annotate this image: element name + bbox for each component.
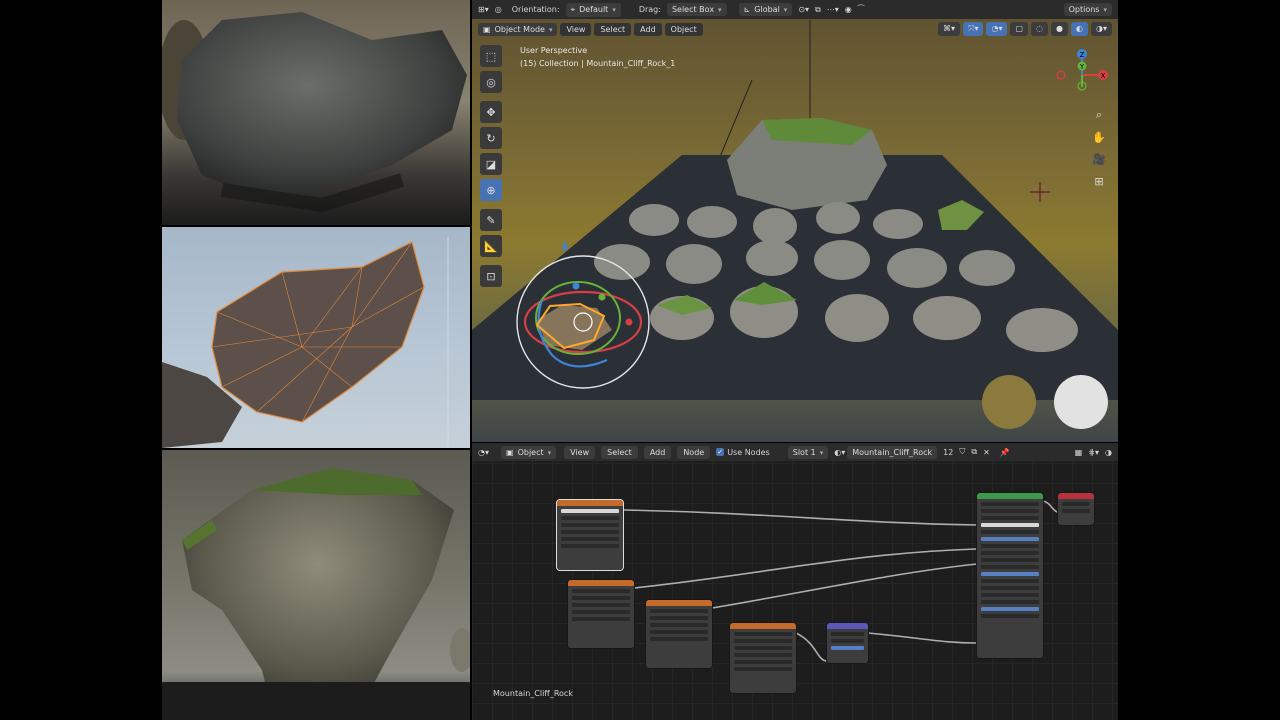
rock-render-mossy bbox=[162, 468, 470, 720]
node-header bbox=[730, 623, 796, 629]
node-header bbox=[977, 493, 1043, 499]
principled-bsdf-node[interactable] bbox=[977, 493, 1043, 658]
node-socket-row bbox=[650, 609, 708, 613]
node-socket-row bbox=[561, 530, 619, 534]
node-socket-row bbox=[981, 502, 1039, 506]
node-socket-row bbox=[650, 630, 708, 634]
node-socket-row bbox=[981, 572, 1039, 576]
node-socket-row bbox=[981, 600, 1039, 604]
material-name-label: Mountain_Cliff_Rock bbox=[493, 689, 573, 698]
node-socket-row bbox=[1062, 509, 1090, 513]
node-socket-row bbox=[981, 523, 1039, 527]
pan-hand-icon[interactable]: ✋ bbox=[1090, 128, 1108, 146]
node-socket-row bbox=[1062, 502, 1090, 506]
tool-shelf: ⬚ ◎ ✥ ↻ ◪ ⊕ ✎ 📐 ⊡ bbox=[480, 45, 504, 291]
rock-render-1 bbox=[162, 12, 467, 213]
zoom-icon[interactable]: ⌕ bbox=[1090, 106, 1108, 124]
node-socket-row bbox=[981, 509, 1039, 513]
3d-cursor-icon[interactable] bbox=[1030, 182, 1050, 202]
node-socket-row bbox=[981, 537, 1039, 541]
node-socket-row bbox=[981, 579, 1039, 583]
node-socket-row bbox=[981, 544, 1039, 548]
node-socket-row bbox=[734, 660, 792, 664]
node-socket-row bbox=[981, 565, 1039, 569]
hdri-chrome-sphere bbox=[982, 375, 1036, 429]
node-socket-row bbox=[561, 509, 619, 513]
node-socket-row bbox=[734, 646, 792, 650]
measure-tool-icon[interactable]: 📐 bbox=[480, 235, 502, 257]
normal-map-node[interactable] bbox=[827, 623, 868, 663]
add-cube-tool-icon[interactable]: ⊡ bbox=[480, 265, 502, 287]
node-socket-row bbox=[831, 646, 864, 650]
node-socket-row bbox=[981, 530, 1039, 534]
render-preview-rock-1 bbox=[162, 0, 470, 225]
node-socket-row bbox=[831, 639, 864, 643]
shader-node-editor[interactable]: ◔▾ ▣ Object View Select Add Node ✓ Use N… bbox=[472, 443, 1118, 720]
render-preview-wireframe bbox=[162, 227, 470, 448]
rock-wireframe-render bbox=[162, 237, 449, 448]
node-socket-row bbox=[572, 603, 630, 607]
move-tool-icon[interactable]: ✥ bbox=[480, 101, 502, 123]
transform-tool-icon[interactable]: ⊕ bbox=[480, 179, 502, 201]
node-socket-row bbox=[831, 632, 864, 636]
camera-view-icon[interactable]: 🎥 bbox=[1090, 150, 1108, 168]
image-texture-node-specular[interactable] bbox=[646, 600, 712, 668]
axis-x-label: X bbox=[1101, 72, 1106, 80]
node-socket-row bbox=[561, 523, 619, 527]
node-socket-row bbox=[561, 516, 619, 520]
cursor-tool-icon[interactable]: ◎ bbox=[480, 71, 502, 93]
node-socket-row bbox=[650, 616, 708, 620]
annotate-tool-icon[interactable]: ✎ bbox=[480, 209, 502, 231]
node-socket-row bbox=[981, 586, 1039, 590]
node-socket-row bbox=[572, 589, 630, 593]
image-texture-node-normal[interactable] bbox=[730, 623, 796, 693]
node-socket-row bbox=[572, 617, 630, 621]
node-socket-row bbox=[981, 607, 1039, 611]
letterbox-right bbox=[1118, 0, 1280, 720]
node-header bbox=[827, 623, 868, 629]
node-socket-row bbox=[981, 593, 1039, 597]
node-socket-row bbox=[572, 596, 630, 600]
node-socket-row bbox=[981, 558, 1039, 562]
image-texture-node-color[interactable] bbox=[557, 500, 623, 570]
node-socket-row bbox=[561, 544, 619, 548]
axis-y-label: Y bbox=[1079, 63, 1085, 71]
node-header bbox=[557, 500, 623, 506]
hdri-diffuse-sphere bbox=[1054, 375, 1108, 429]
node-socket-row bbox=[650, 637, 708, 641]
node-socket-row bbox=[981, 551, 1039, 555]
grid-view-icon[interactable]: ⊞ bbox=[1090, 172, 1108, 190]
node-header bbox=[646, 600, 712, 606]
node-header bbox=[568, 580, 634, 586]
select-box-tool-icon[interactable]: ⬚ bbox=[480, 45, 502, 67]
node-socket-row bbox=[981, 614, 1039, 618]
rotate-tool-icon[interactable]: ↻ bbox=[480, 127, 502, 149]
node-socket-row bbox=[734, 632, 792, 636]
material-output-node[interactable] bbox=[1058, 493, 1094, 525]
navigation-gizmo[interactable]: Z Y X bbox=[1052, 45, 1112, 105]
node-socket-row bbox=[572, 610, 630, 614]
3d-viewport[interactable]: ⊞▾ ◎ Orientation: ⌖ Default Drag: Select… bbox=[472, 0, 1118, 442]
node-socket-row bbox=[561, 537, 619, 541]
scale-tool-icon[interactable]: ◪ bbox=[480, 153, 502, 175]
axis-z-label: Z bbox=[1080, 51, 1085, 59]
node-header bbox=[1058, 493, 1094, 499]
node-socket-row bbox=[734, 653, 792, 657]
render-preview-mossy-rock bbox=[162, 450, 470, 720]
node-socket-row bbox=[734, 667, 792, 671]
node-socket-row bbox=[650, 623, 708, 627]
image-texture-node-roughness[interactable] bbox=[568, 580, 634, 648]
viewport-scene[interactable] bbox=[472, 0, 1118, 442]
node-socket-row bbox=[981, 516, 1039, 520]
node-socket-row bbox=[734, 639, 792, 643]
